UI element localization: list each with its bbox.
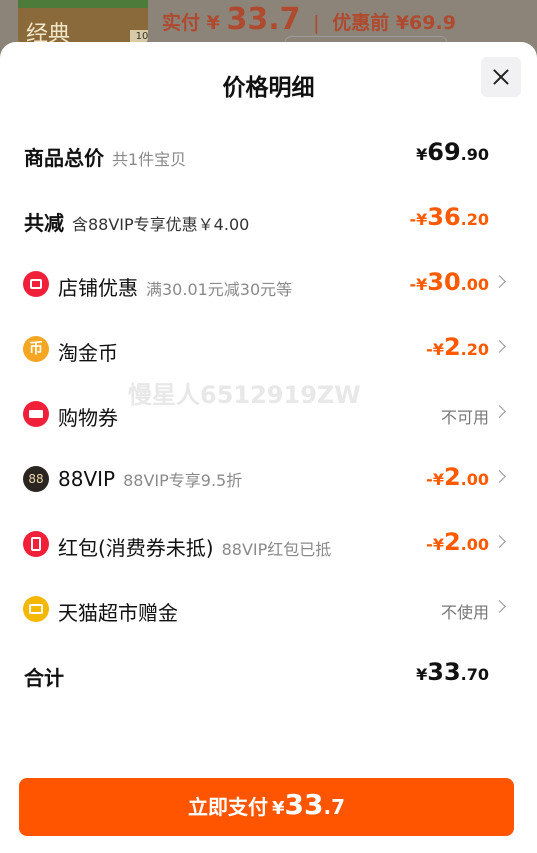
row-shopping-voucher[interactable]: 购物券 不可用 (0, 394, 537, 434)
original-price-amount: ¥69.9 (395, 12, 456, 34)
background-price-summary: 实付 ¥ 33.7 | 优惠前 ¥69.9 (162, 2, 456, 37)
vip-label: 88VIP (58, 467, 116, 491)
tmall-gift-label: 天猫超市赠金 (58, 601, 178, 625)
grand-total-value: ¥33.70 (416, 658, 489, 686)
amount-decimal: .00 (460, 470, 489, 489)
price-separator: | (313, 12, 320, 34)
row-label: 商品总价 共1件宝贝 (24, 142, 186, 171)
currency-symbol: -¥ (426, 340, 444, 359)
pay-button-amount-integer: 33 (284, 788, 324, 821)
vip-discount-note: 含88VIP专享优惠￥4.00 (72, 215, 250, 234)
red-packet-icon (23, 531, 49, 557)
chevron-right-icon (493, 600, 506, 613)
taojinbi-label: 淘金币 (58, 341, 118, 365)
shop-discount-note: 满30.01元减30元等 (146, 280, 293, 299)
amount-integer: 30 (427, 268, 461, 296)
currency-symbol: -¥ (426, 535, 444, 554)
amount-decimal: .90 (460, 145, 489, 164)
red-packet-glyph (31, 537, 41, 551)
row-label: 淘金币 (58, 337, 118, 366)
pay-button-content: 立即支付 ¥33.7 (19, 788, 514, 821)
row-shop-discount[interactable]: 店铺优惠 满30.01元减30元等 -¥30.00 (0, 264, 537, 304)
amount-decimal: .70 (460, 665, 489, 684)
currency-symbol: ¥ (416, 145, 428, 164)
amount-decimal: .20 (460, 210, 489, 229)
chevron-right-icon (493, 535, 506, 548)
gold-coin-icon: 币 (23, 336, 49, 362)
amount-integer: 2 (443, 463, 461, 491)
row-red-packet[interactable]: 红包(消费券未抵) 88VIP红包已抵 -¥2.00 (0, 524, 537, 564)
tmall-gift-glyph (29, 604, 43, 614)
row-label: 共减 含88VIP专享优惠￥4.00 (24, 207, 249, 236)
chevron-right-icon (493, 275, 506, 288)
currency-symbol: ¥ (416, 665, 428, 684)
goods-total-value: ¥69.90 (416, 138, 489, 166)
currency-symbol: -¥ (409, 210, 428, 229)
shopping-voucher-status: 不可用 (440, 408, 489, 427)
total-discount-label: 共减 (24, 211, 64, 235)
pay-now-button[interactable]: 立即支付 ¥33.7 (19, 778, 514, 836)
row-tmall-gift[interactable]: 天猫超市赠金 不使用 (0, 589, 537, 629)
actual-pay-label: 实付 (162, 12, 201, 34)
currency-symbol: -¥ (426, 470, 444, 489)
amount-decimal: .00 (460, 275, 489, 294)
shopping-voucher-label: 购物券 (58, 406, 118, 430)
thumbnail-text: 经典 (26, 22, 71, 44)
shopping-voucher-icon (23, 401, 49, 427)
shop-discount-value: -¥30.00 (409, 268, 489, 296)
vip-value: -¥2.00 (426, 463, 489, 491)
actual-pay-amount: 33.7 (226, 2, 301, 37)
tmall-gift-icon (23, 596, 49, 622)
taojinbi-value: -¥2.20 (426, 333, 489, 361)
chevron-right-icon (493, 470, 506, 483)
close-icon[interactable] (481, 57, 521, 97)
red-packet-value: -¥2.00 (426, 528, 489, 556)
thumbnail-stripe (18, 0, 148, 8)
total-discount-value: -¥36.20 (409, 203, 489, 231)
row-label: 购物券 (58, 402, 118, 431)
grand-total-label: 合计 (24, 666, 64, 690)
vip-88-icon: 88 (23, 466, 49, 492)
amount-integer: 69 (427, 138, 461, 166)
sheet-title: 价格明细 (222, 75, 315, 101)
goods-count: 共1件宝贝 (112, 150, 187, 169)
shop-coupon-icon (23, 271, 49, 297)
shop-discount-label: 店铺优惠 (58, 276, 138, 300)
amount-integer: 33 (427, 658, 461, 686)
price-detail-sheet: 价格明细 商品总价 共1件宝贝 ¥69.90 共减 含88VIP专享优惠￥4.00 … (0, 42, 537, 853)
row-label: 红包(消费券未抵) 88VIP红包已抵 (58, 532, 331, 561)
chevron-right-icon (493, 405, 506, 418)
actual-pay-currency: ¥ (206, 12, 220, 34)
row-label: 天猫超市赠金 (58, 597, 178, 626)
amount-decimal: .20 (460, 340, 489, 359)
row-label: 88VIP 88VIP专享9.5折 (58, 467, 242, 491)
pay-button-currency: ¥ (271, 798, 285, 819)
currency-symbol: -¥ (409, 275, 428, 294)
row-grand-total: 合计 ¥33.70 (0, 654, 537, 694)
original-price-label: 优惠前 (332, 12, 390, 34)
shop-coupon-glyph (30, 279, 42, 289)
row-total-discount: 共减 含88VIP专享优惠￥4.00 -¥36.20 (0, 199, 537, 239)
tmall-gift-status: 不使用 (440, 603, 489, 622)
amount-integer: 2 (443, 333, 461, 361)
vip-88-glyph: 88 (28, 472, 44, 486)
pay-button-label: 立即支付 (187, 795, 268, 819)
amount-integer: 2 (443, 528, 461, 556)
gold-coin-glyph: 币 (29, 341, 43, 357)
row-taojinbi[interactable]: 币 淘金币 -¥2.20 (0, 329, 537, 369)
product-thumbnail: 经典 10 (18, 0, 148, 44)
row-label: 合计 (24, 662, 64, 691)
row-label: 店铺优惠 满30.01元减30元等 (58, 272, 292, 301)
chevron-right-icon (493, 340, 506, 353)
row-88vip[interactable]: 88 88VIP 88VIP专享9.5折 -¥2.00 (0, 459, 537, 499)
vip-note: 88VIP专享9.5折 (123, 471, 243, 490)
red-packet-note: 88VIP红包已抵 (221, 540, 332, 559)
row-goods-total: 商品总价 共1件宝贝 ¥69.90 (0, 134, 537, 174)
goods-total-label: 商品总价 (24, 146, 104, 170)
pay-button-amount-decimal: .7 (323, 795, 345, 819)
voucher-glyph (29, 410, 43, 418)
amount-integer: 36 (427, 203, 461, 231)
red-packet-label: 红包(消费券未抵) (58, 536, 214, 560)
amount-decimal: .00 (460, 535, 489, 554)
